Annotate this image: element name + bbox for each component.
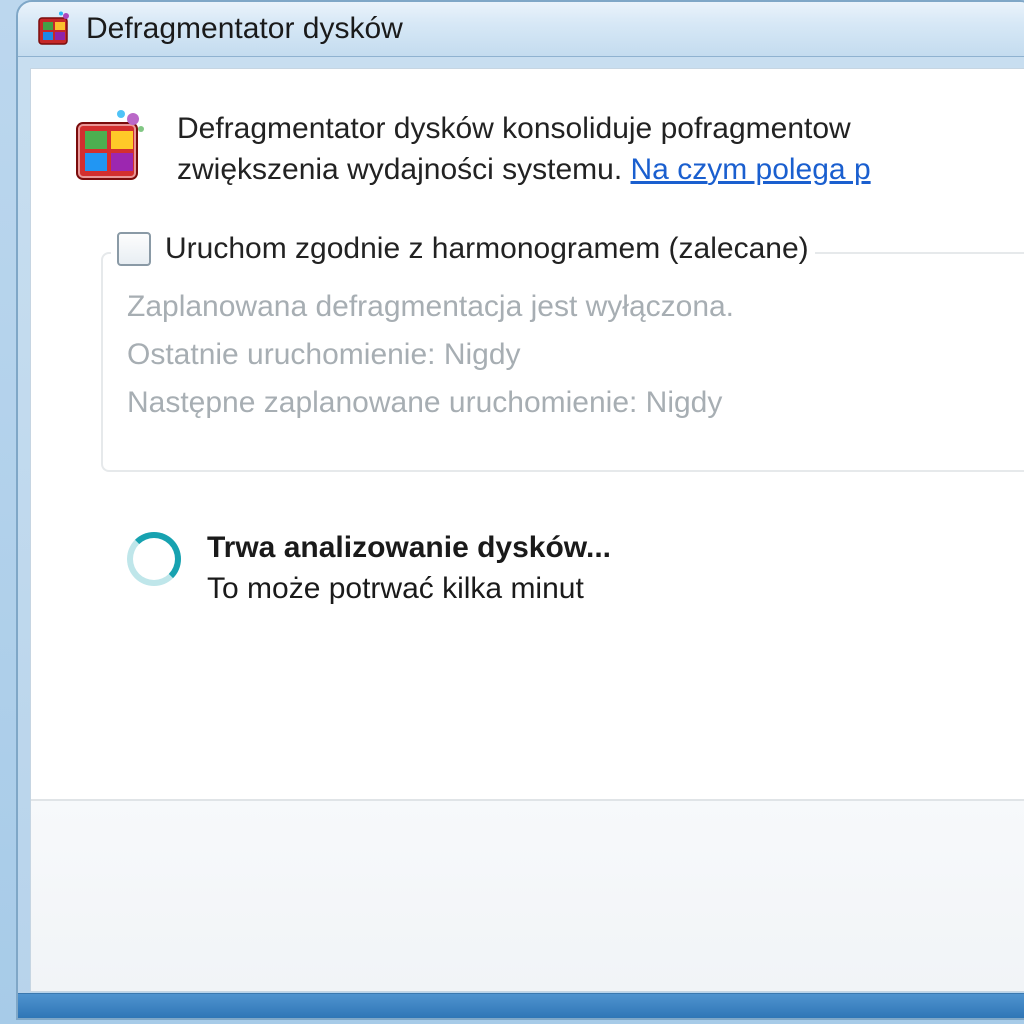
intro-text: Defragmentator dysków konsoliduje pofrag… [177, 109, 871, 190]
intro-line-1: Defragmentator dysków konsoliduje pofrag… [177, 109, 871, 150]
defrag-app-icon [36, 11, 72, 47]
intro-line-2-prefix: zwiększenia wydajności systemu. [177, 153, 631, 186]
defrag-large-icon [71, 109, 149, 192]
progress-text: Trwa analizowanie dysków... To może potr… [207, 528, 611, 609]
schedule-checkbox-label: Uruchom zgodnie z harmonogramem (zalecan… [165, 232, 809, 266]
intro-line-2: zwiększenia wydajności systemu. Na czym … [177, 150, 871, 191]
title-bar[interactable]: Defragmentator dysków [18, 2, 1024, 57]
schedule-next-run: Następne zaplanowane uruchomienie: Nigdy [127, 386, 1024, 420]
schedule-legend: Uruchom zgodnie z harmonogramem (zalecan… [111, 232, 815, 266]
progress-title: Trwa analizowanie dysków... [207, 528, 611, 569]
bottom-strip [18, 993, 1024, 1018]
schedule-groupbox: Uruchom zgodnie z harmonogramem (zalecan… [101, 252, 1024, 472]
dialog-window: Defragmentator dysków Defragmentator dys… [16, 0, 1024, 1020]
progress-row: Trwa analizowanie dysków... To może potr… [127, 528, 1024, 609]
button-bar [31, 799, 1024, 991]
intro-section: Defragmentator dysków konsoliduje pofrag… [71, 109, 1024, 192]
client-area: Defragmentator dysków konsoliduje pofrag… [30, 68, 1024, 992]
spinner-icon [127, 532, 181, 586]
help-link[interactable]: Na czym polega p [631, 153, 871, 186]
window-title: Defragmentator dysków [86, 12, 403, 46]
schedule-last-run: Ostatnie uruchomienie: Nigdy [127, 338, 1024, 372]
schedule-status-line: Zaplanowana defragmentacja jest wyłączon… [127, 290, 1024, 324]
schedule-checkbox[interactable] [117, 232, 151, 266]
progress-subtitle: To może potrwać kilka minut [207, 569, 611, 610]
